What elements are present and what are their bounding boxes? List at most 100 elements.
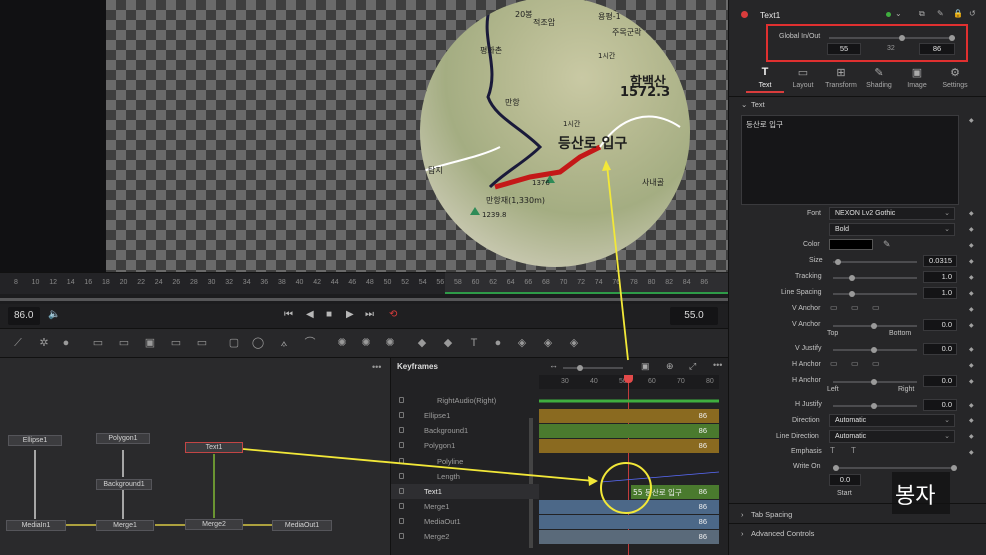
node-ellipse[interactable]: Ellipse1 bbox=[8, 435, 62, 446]
lock-icon[interactable] bbox=[399, 473, 404, 479]
zoom-slider[interactable] bbox=[563, 365, 623, 371]
keyframe-bar[interactable] bbox=[539, 470, 720, 484]
font-dropdown[interactable]: NEXON Lv2 Gothic ⌄ bbox=[829, 207, 955, 220]
lock-icon[interactable] bbox=[399, 533, 404, 539]
pin-icon[interactable]: ✎ bbox=[937, 9, 944, 18]
lock-icon[interactable] bbox=[399, 397, 404, 403]
size-field[interactable]: 0.0315 bbox=[923, 255, 957, 267]
keyframe-bar[interactable]: 86 bbox=[539, 500, 719, 514]
playhead-marker[interactable] bbox=[624, 375, 633, 383]
particle-tool-icon[interactable]: ✺ bbox=[358, 336, 374, 350]
zoom-icon[interactable]: ⊕ bbox=[666, 361, 674, 372]
stop-icon[interactable]: ■ bbox=[326, 309, 332, 320]
node-editor[interactable]: ••• Ellipse1 Polygon1 Text1 Background1 … bbox=[0, 358, 390, 555]
v-anchor-field[interactable]: 0.0 bbox=[923, 319, 957, 331]
node-mediaout[interactable]: MediaOut1 bbox=[272, 520, 332, 531]
reset-icon[interactable]: ↺ bbox=[969, 9, 976, 18]
keyframe-diamond-icon[interactable]: ◆ bbox=[969, 306, 974, 313]
font-style-dropdown[interactable]: Bold ⌄ bbox=[829, 223, 955, 236]
chevron-right-icon[interactable]: › bbox=[741, 510, 744, 519]
tab-shading[interactable]: Shading bbox=[859, 82, 899, 89]
ellipse-mask-icon[interactable]: ◯ bbox=[250, 336, 266, 350]
h-justify-slider[interactable] bbox=[833, 403, 917, 409]
tab-text[interactable]: Text bbox=[745, 82, 785, 89]
node-background[interactable]: Background1 bbox=[96, 479, 152, 490]
keyframe-bar[interactable]: 86 55 등산로 입구 bbox=[631, 485, 719, 499]
align-top-icon[interactable]: ▭ bbox=[830, 303, 838, 312]
align-left-icon[interactable]: ▭ bbox=[830, 359, 838, 368]
eyedropper-icon[interactable]: ✎ bbox=[883, 239, 891, 250]
tab-layout[interactable]: Layout bbox=[783, 82, 823, 89]
reverse-play-icon[interactable]: ◀ bbox=[306, 309, 314, 320]
color-swatch[interactable] bbox=[829, 239, 873, 250]
lock-icon[interactable] bbox=[399, 518, 404, 524]
text-tool-icon[interactable]: T bbox=[745, 66, 785, 78]
direction-dropdown[interactable]: Automatic ⌄ bbox=[829, 414, 955, 427]
3d-tool-icon[interactable]: ● bbox=[490, 336, 506, 350]
node-color-dot[interactable] bbox=[741, 11, 748, 18]
options-icon[interactable]: ••• bbox=[713, 360, 722, 370]
line-direction-dropdown[interactable]: Automatic ⌄ bbox=[829, 430, 955, 443]
line-spacing-slider[interactable] bbox=[833, 291, 917, 297]
image-icon[interactable]: ▣ bbox=[897, 66, 937, 79]
keyframe-row-label[interactable]: Merge2 bbox=[391, 529, 539, 544]
keyframe-diamond-icon[interactable]: ◆ bbox=[969, 290, 974, 297]
lock-icon[interactable] bbox=[399, 458, 404, 464]
line-spacing-field[interactable]: 1.0 bbox=[923, 287, 957, 299]
node-tool-icon[interactable]: ▭ bbox=[194, 336, 210, 350]
keyframe-row-label[interactable]: Text1 bbox=[391, 484, 539, 499]
keyframe-diamond-icon[interactable]: ◆ bbox=[969, 433, 974, 440]
volume-icon[interactable]: 🔈 bbox=[48, 309, 60, 320]
keyframe-diamond-icon[interactable]: ◆ bbox=[969, 242, 974, 249]
keyframe-diamond-icon[interactable]: ◆ bbox=[969, 210, 974, 217]
keyframe-diamond-icon[interactable]: ◆ bbox=[969, 258, 974, 265]
shading-icon[interactable]: ✎ bbox=[859, 66, 899, 79]
lock-icon[interactable]: 🔒 bbox=[953, 9, 963, 18]
keyframe-diamond-icon[interactable]: ◆ bbox=[969, 402, 974, 409]
tracking-slider[interactable] bbox=[833, 275, 917, 281]
zoom-fit-icon[interactable]: ⤢ bbox=[689, 361, 696, 372]
keyframe-diamond-icon[interactable]: ◆ bbox=[969, 378, 974, 385]
lock-icon[interactable] bbox=[399, 488, 404, 494]
size-slider[interactable] bbox=[833, 259, 917, 265]
go-to-start-icon[interactable]: ⏮ bbox=[284, 309, 293, 320]
loop-icon[interactable]: ⟲ bbox=[389, 309, 397, 320]
keyframe-diamond-icon[interactable]: ◆ bbox=[969, 417, 974, 424]
go-to-end-icon[interactable]: ⏭ bbox=[365, 309, 374, 320]
light-tool-icon[interactable]: ✲ bbox=[36, 336, 52, 350]
node-tool-icon[interactable]: ▣ bbox=[142, 336, 158, 350]
keyframe-diamond-icon[interactable]: ◆ bbox=[969, 117, 974, 124]
v-justify-slider[interactable] bbox=[833, 347, 917, 353]
v-anchor-slider[interactable] bbox=[833, 323, 917, 329]
duration-field[interactable]: 86.0 bbox=[8, 307, 40, 325]
underline-icon[interactable]: T bbox=[851, 446, 856, 455]
keyframe-row-label[interactable]: MediaOut1 bbox=[391, 514, 539, 529]
write-on-start-field[interactable]: 0.0 bbox=[829, 474, 861, 486]
keyframe-bar[interactable]: 86 bbox=[539, 409, 719, 423]
node-tool-icon[interactable]: ▭ bbox=[168, 336, 184, 350]
keyframe-row-label[interactable]: RightAudio(Right) bbox=[391, 393, 539, 408]
align-center-icon[interactable]: ▭ bbox=[851, 359, 859, 368]
keyframe-row-label[interactable]: Background1 bbox=[391, 423, 539, 438]
layout-icon[interactable]: ▭ bbox=[783, 66, 823, 79]
keyframe-diamond-icon[interactable]: ◆ bbox=[969, 274, 974, 281]
keyframe-diamond-icon[interactable]: ◆ bbox=[969, 226, 974, 233]
3d-tool-icon[interactable]: ◆ bbox=[440, 336, 456, 350]
global-in-field[interactable]: 55 bbox=[827, 43, 861, 55]
tab-settings[interactable]: Settings bbox=[935, 82, 975, 89]
node-merge2[interactable]: Merge2 bbox=[185, 519, 243, 530]
h-anchor-field[interactable]: 0.0 bbox=[923, 375, 957, 387]
node-tool-icon[interactable]: ▭ bbox=[116, 336, 132, 350]
section-chevron-icon[interactable]: ⌄ bbox=[741, 100, 747, 109]
tab-spacing-section[interactable]: Tab Spacing bbox=[751, 510, 792, 519]
keyframe-row-label[interactable]: Polygon1 bbox=[391, 438, 539, 453]
lock-icon[interactable] bbox=[399, 412, 404, 418]
align-bottom-icon[interactable]: ▭ bbox=[872, 303, 880, 312]
text3d-tool-icon[interactable]: T bbox=[466, 336, 482, 350]
keyframe-row-label[interactable]: Length bbox=[391, 469, 539, 484]
keyframe-row-label[interactable]: Polyline bbox=[391, 454, 539, 469]
rect-mask-icon[interactable]: ▢ bbox=[226, 336, 242, 350]
lock-icon[interactable] bbox=[399, 427, 404, 433]
zoom-arrows-icon[interactable]: ↔ bbox=[549, 360, 558, 370]
node-polygon[interactable]: Polygon1 bbox=[96, 433, 150, 444]
